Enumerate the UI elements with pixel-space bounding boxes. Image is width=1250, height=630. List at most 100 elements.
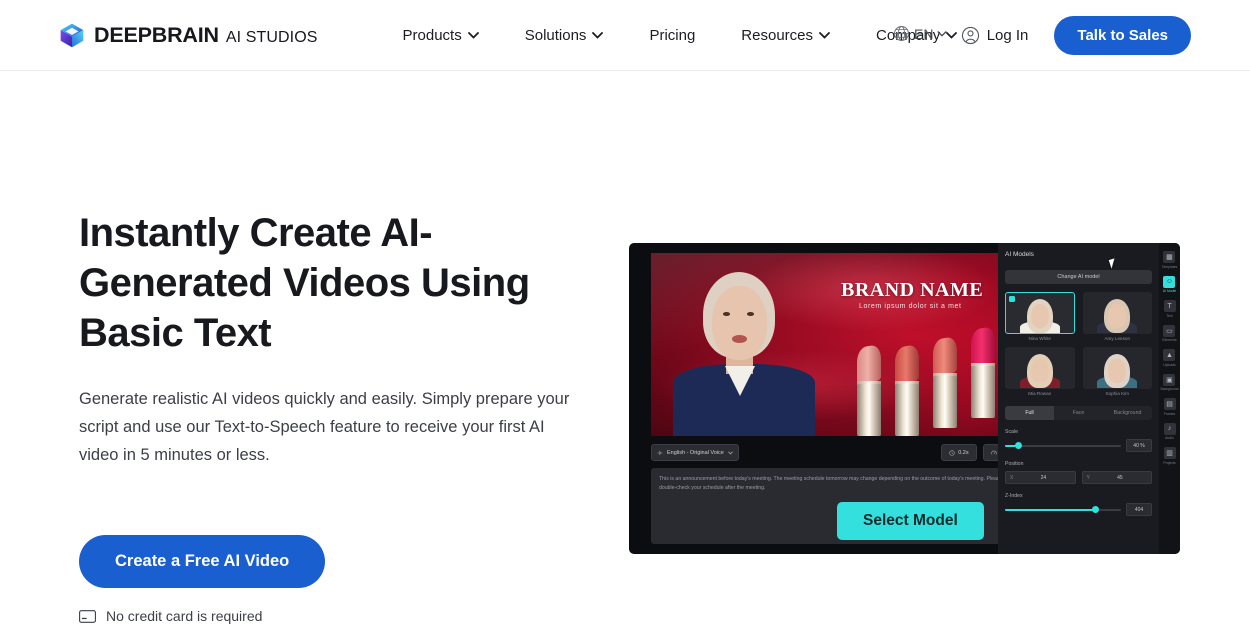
no-credit-card-label: No credit card is required <box>106 608 263 624</box>
rail-item-text[interactable]: T Text <box>1163 300 1176 318</box>
rail-item-background[interactable]: ▣ Background <box>1160 373 1179 391</box>
model-name: Nina White <box>1028 336 1051 341</box>
chevron-down-icon <box>946 31 958 39</box>
rail-item-elements[interactable]: ▭ Elements <box>1162 324 1177 342</box>
tab-face[interactable]: Face <box>1054 406 1103 420</box>
login-label: Log In <box>986 27 1029 44</box>
zindex-slider[interactable] <box>1005 505 1121 514</box>
talk-to-sales-button[interactable]: Talk to Sales <box>1054 16 1191 55</box>
nav-links: Products Solutions Pricing Resources Com… <box>380 15 981 55</box>
hero-section: Instantly Create AI-Generated Videos Usi… <box>79 208 599 624</box>
shapes-icon: ▭ <box>1163 324 1176 337</box>
language-selector[interactable]: EN <box>893 25 947 42</box>
create-free-ai-video-button[interactable]: Create a Free AI Video <box>79 535 326 588</box>
nav-label: Pricing <box>649 26 696 44</box>
stage-brand-title: BRAND NAME <box>841 279 984 301</box>
rail-label: AI Model <box>1162 289 1177 293</box>
cube-logo-icon <box>59 22 85 48</box>
language-label: EN <box>914 25 934 42</box>
rail-label: Audio <box>1165 436 1174 440</box>
tab-background[interactable]: Background <box>1103 406 1152 420</box>
chevron-down-icon <box>592 31 604 39</box>
rail-label: Text <box>1166 313 1173 318</box>
model-name: Sophia Kim <box>1105 391 1130 396</box>
globe-icon <box>894 26 909 41</box>
rail-item-ai-model[interactable]: ☺ AI Model <box>1162 275 1177 293</box>
chevron-down-icon <box>728 451 733 455</box>
rail-item-uploads[interactable]: ▲ Uploads <box>1163 349 1176 367</box>
select-model-button[interactable]: Select Model <box>837 502 984 540</box>
gauge-icon <box>990 450 997 454</box>
upload-icon: ▲ <box>1163 349 1176 361</box>
zindex-value[interactable]: 404 <box>1126 503 1152 516</box>
image-icon: ▣ <box>1163 373 1176 386</box>
position-y-field[interactable]: Y 45 <box>1081 471 1152 484</box>
rail-item-projects[interactable]: ▥ Projects <box>1163 447 1176 465</box>
rail-item-frames[interactable]: ▤ Frames <box>1163 398 1176 416</box>
nav-label: Solutions <box>524 26 587 44</box>
brand-name: DEEPBRAIN <box>94 22 219 47</box>
frame-icon: ▤ <box>1163 398 1176 410</box>
nav-label: Resources <box>741 26 813 44</box>
chevron-down-icon <box>937 30 947 37</box>
nav-item-solutions[interactable]: Solutions <box>502 15 627 55</box>
rail-item-audio[interactable]: ♪ Audio <box>1163 422 1176 440</box>
scale-value[interactable]: 40 % <box>1126 439 1152 452</box>
nav-item-products[interactable]: Products <box>380 15 502 55</box>
pause-duration-chip[interactable]: 0.2s <box>941 444 977 461</box>
brand-logo[interactable]: DEEPBRAIN AI STUDIOS <box>59 22 318 48</box>
user-circle-icon <box>961 26 979 45</box>
person-icon: ☺ <box>1163 275 1176 288</box>
page-title: Instantly Create AI-Generated Videos Usi… <box>79 211 530 355</box>
view-tabs: Full Face Background <box>1005 406 1152 420</box>
rail-label: Elements <box>1162 338 1177 342</box>
text-icon: T <box>1163 300 1176 312</box>
lipstick-products <box>857 324 1012 436</box>
position-y-value: 45 <box>1117 474 1123 481</box>
nav-item-resources[interactable]: Resources <box>718 15 853 55</box>
hero-subtitle: Generate realistic AI videos quickly and… <box>79 390 570 464</box>
scale-control: 40 % <box>1005 439 1152 452</box>
folder-icon: ▥ <box>1163 447 1176 459</box>
stage-brand-subtitle: Lorem ipsum dolor sit a met <box>859 303 962 310</box>
video-canvas[interactable]: BRAND NAME Lorem ipsum dolor sit a met <box>651 253 1018 436</box>
nav-item-pricing[interactable]: Pricing <box>626 15 718 55</box>
model-card[interactable]: Amy Leeson <box>1082 292 1152 341</box>
top-navigation-bar: DEEPBRAIN AI STUDIOS Products Solutions … <box>0 0 1250 71</box>
zindex-label: Z-Index <box>1005 493 1023 499</box>
ai-models-panel: AI Models Change AI model Nina White Amy… <box>998 243 1159 554</box>
nav-label: Products <box>402 26 462 44</box>
editor-column: BRAND NAME Lorem ipsum dolor sit a met E… <box>651 253 1018 544</box>
rail-label: Frames <box>1163 411 1176 416</box>
brand-sub: AI STUDIOS <box>225 28 318 46</box>
chevron-down-icon <box>467 31 479 39</box>
position-x-key: X <box>1010 474 1014 481</box>
rail-label: Projects <box>1163 460 1176 465</box>
model-card[interactable]: Nina White <box>1005 292 1075 341</box>
voice-language-label: English - Original Voice <box>667 449 724 456</box>
stage-toolbar: English - Original Voice 0.2s 1.0x <box>651 442 1018 463</box>
rail-label: Uploads <box>1163 362 1176 367</box>
scale-slider[interactable] <box>1005 441 1121 450</box>
position-label: Position <box>1005 461 1024 467</box>
model-card[interactable]: Sophia Kim <box>1082 347 1152 396</box>
grid-icon: ▦ <box>1163 251 1176 263</box>
position-x-value: 24 <box>1040 474 1047 481</box>
scale-label: Scale <box>1005 429 1018 435</box>
credit-card-icon <box>79 609 96 623</box>
login-button[interactable]: Log In <box>961 26 1029 45</box>
rail-label: Templates <box>1161 264 1178 269</box>
voice-wave-icon <box>657 450 663 455</box>
panel-title: AI Models <box>1005 251 1034 258</box>
rail-item-templates[interactable]: ▦ Templates <box>1162 251 1177 269</box>
voice-language-chip[interactable]: English - Original Voice <box>651 444 739 461</box>
model-name: Mia Rowan <box>1028 391 1052 396</box>
change-ai-model-button[interactable]: Change AI model <box>1005 270 1152 284</box>
zindex-control: 404 <box>1005 503 1152 516</box>
model-card[interactable]: Mia Rowan <box>1005 347 1075 396</box>
position-control: X 24 Y 45 <box>1005 471 1152 484</box>
tab-full[interactable]: Full <box>1005 406 1054 420</box>
position-x-field[interactable]: X 24 <box>1005 471 1076 484</box>
model-grid: Nina White Amy Leeson Mia Rowan Sophia K… <box>1005 292 1152 396</box>
pause-label: 0.2s <box>958 449 969 456</box>
